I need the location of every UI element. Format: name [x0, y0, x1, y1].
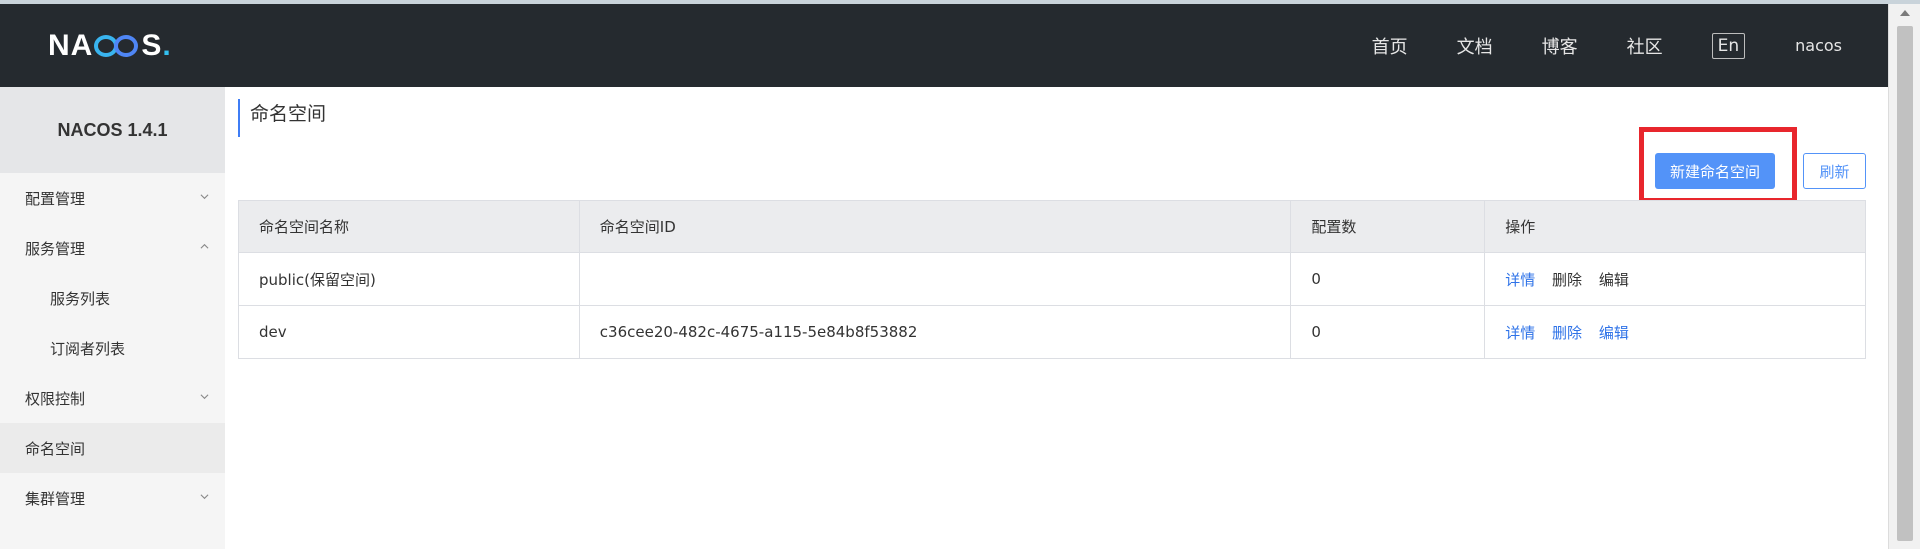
sidebar-item-cluster-management[interactable]: 集群管理 — [0, 473, 225, 523]
namespace-id-cell: c36cee20-482c-4675-a115-5e84b8f53882 — [579, 305, 1292, 359]
sidebar-item-service-list[interactable]: 服务列表 — [0, 273, 225, 323]
sidebar-item-namespace[interactable]: 命名空间 — [0, 423, 225, 473]
table-row: public(保留空间) 0 详情 删除 编辑 — [238, 252, 1866, 306]
refresh-button[interactable]: 刷新 — [1803, 153, 1866, 189]
chevron-down-icon — [200, 394, 209, 400]
main-content: 命名空间 新建命名空间 刷新 命名空间名称 命名空间ID 配置数 操作 publ… — [225, 87, 1888, 549]
delete-link[interactable]: 删除 — [1552, 324, 1582, 342]
sidebar-item-label: 集群管理 — [25, 489, 86, 508]
sidebar-item-label: 订阅者列表 — [50, 339, 126, 358]
sidebar-item-label: 权限控制 — [25, 389, 86, 408]
table-header-row: 命名空间名称 命名空间ID 配置数 操作 — [238, 200, 1866, 253]
version-label: NACOS 1.4.1 — [0, 87, 225, 173]
nav-home[interactable]: 首页 — [1372, 33, 1408, 59]
logo-text-left: NA — [48, 29, 94, 62]
logo-infinity-icon — [94, 34, 140, 58]
edit-link-disabled: 编辑 — [1598, 270, 1629, 289]
logo-dot: . — [162, 29, 172, 62]
user-menu[interactable]: nacos — [1795, 36, 1842, 55]
table-row: dev c36cee20-482c-4675-a115-5e84b8f53882… — [238, 305, 1866, 359]
namespace-id-cell — [579, 252, 1292, 306]
chevron-down-icon — [200, 494, 209, 500]
vertical-scrollbar[interactable] — [1888, 4, 1920, 549]
sidebar-item-label: 服务列表 — [50, 289, 111, 308]
create-namespace-button[interactable]: 新建命名空间 — [1655, 153, 1775, 189]
chevron-up-icon — [200, 243, 209, 249]
chevron-down-icon — [200, 194, 209, 200]
sidebar: NACOS 1.4.1 配置管理 服务管理 服务列表 订阅者列表 权限控制 命名… — [0, 87, 225, 549]
sidebar-item-access-control[interactable]: 权限控制 — [0, 373, 225, 423]
top-nav: 首页 文档 博客 社区 En nacos — [1323, 4, 1888, 87]
nav-docs[interactable]: 文档 — [1457, 33, 1493, 59]
language-switch[interactable]: En — [1711, 32, 1746, 59]
scrollbar-thumb[interactable] — [1897, 26, 1913, 541]
nav-community[interactable]: 社区 — [1627, 33, 1663, 59]
namespace-name-cell: public(保留空间) — [238, 252, 580, 306]
edit-link[interactable]: 编辑 — [1599, 324, 1629, 342]
detail-link[interactable]: 详情 — [1505, 271, 1535, 289]
sidebar-item-label: 配置管理 — [25, 189, 86, 208]
header-namespace-id: 命名空间ID — [579, 200, 1292, 253]
operations-cell: 详情 删除 编辑 — [1484, 305, 1866, 359]
sidebar-item-config-management[interactable]: 配置管理 — [0, 173, 225, 223]
top-header: NA S . 首页 文档 博客 社区 En nacos — [0, 4, 1888, 87]
operations-cell: 详情 删除 编辑 — [1484, 252, 1866, 306]
config-count-cell: 0 — [1290, 305, 1486, 359]
header-operations: 操作 — [1484, 200, 1866, 253]
sidebar-item-service-management[interactable]: 服务管理 — [0, 223, 225, 273]
header-config-count: 配置数 — [1290, 200, 1486, 253]
delete-link-disabled: 删除 — [1552, 270, 1583, 289]
namespace-name-cell: dev — [238, 305, 580, 359]
nacos-logo[interactable]: NA S . — [48, 29, 172, 63]
nav-blog[interactable]: 博客 — [1542, 33, 1578, 59]
header-namespace-name: 命名空间名称 — [238, 200, 580, 253]
logo-text-right: S — [141, 29, 163, 62]
scroll-up-arrow-icon[interactable] — [1900, 10, 1910, 16]
detail-link[interactable]: 详情 — [1505, 324, 1535, 342]
page-title: 命名空间 — [238, 99, 326, 137]
sidebar-item-label: 服务管理 — [25, 239, 86, 258]
namespace-table: 命名空间名称 命名空间ID 配置数 操作 public(保留空间) 0 详情 删… — [238, 200, 1866, 359]
sidebar-item-subscriber-list[interactable]: 订阅者列表 — [0, 323, 225, 373]
sidebar-item-label: 命名空间 — [25, 439, 86, 458]
config-count-cell: 0 — [1290, 252, 1486, 306]
